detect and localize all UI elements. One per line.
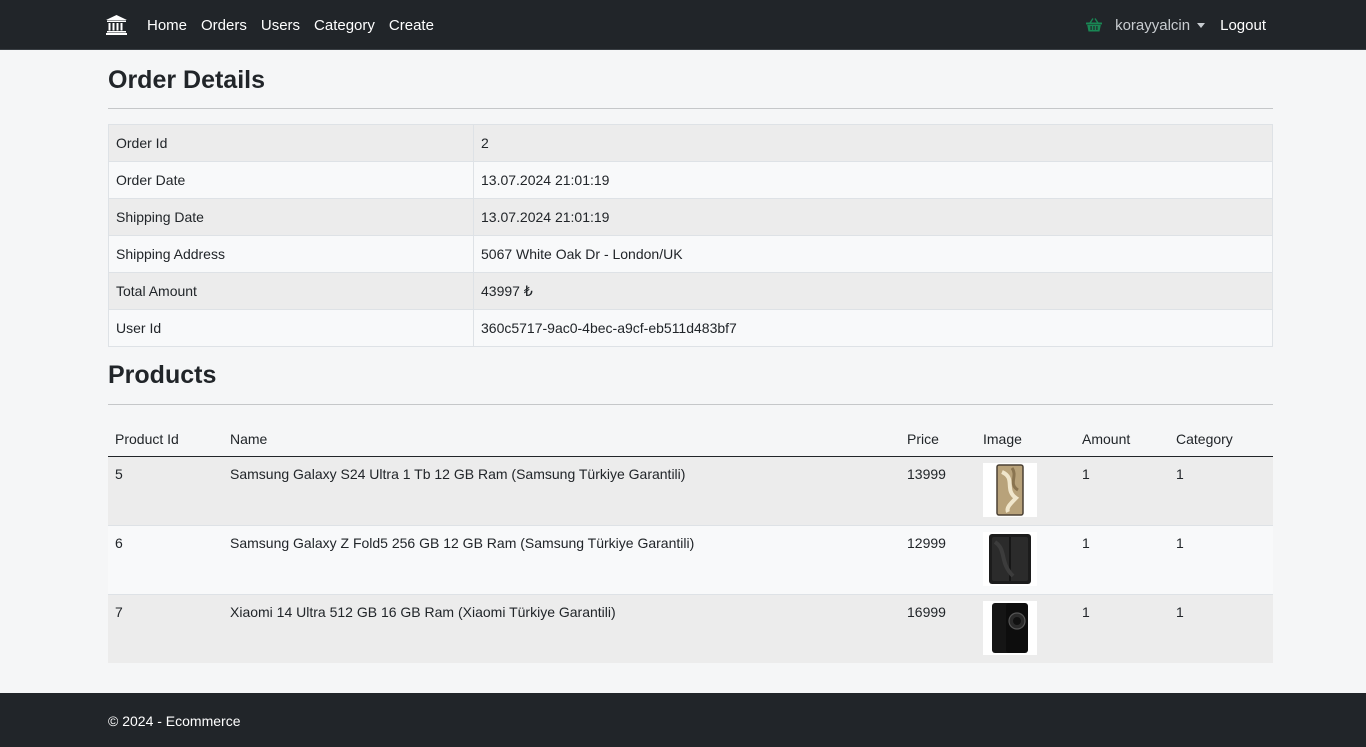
column-header-product-id: Product Id	[108, 422, 223, 457]
order-details-title: Order Details	[108, 66, 266, 94]
table-row: Shipping Address 5067 White Oak Dr - Lon…	[108, 235, 1273, 273]
divider	[108, 108, 1273, 109]
column-header-price: Price	[900, 422, 976, 457]
table-row: Order Date 13.07.2024 21:01:19	[108, 161, 1273, 199]
bank-icon[interactable]	[106, 15, 127, 35]
column-header-category: Category	[1169, 422, 1273, 457]
table-row: Shipping Date 13.07.2024 21:01:19	[108, 198, 1273, 236]
table-row: Total Amount 43997 ₺	[108, 272, 1273, 310]
divider	[108, 404, 1273, 405]
detail-label: Total Amount	[108, 272, 474, 310]
logout-link[interactable]: Logout	[1220, 17, 1266, 34]
table-header-row: Product Id Name Price Image Amount Categ…	[108, 422, 1273, 457]
product-name: Samsung Galaxy Z Fold5 256 GB 12 GB Ram …	[223, 524, 900, 594]
products-title: Products	[108, 361, 217, 389]
caret-down-icon	[1197, 23, 1206, 28]
nav-link-orders[interactable]: Orders	[201, 17, 247, 34]
product-name: Xiaomi 14 Ultra 512 GB 16 GB Ram (Xiaomi…	[223, 593, 900, 663]
product-id: 7	[108, 593, 223, 663]
table-row: 7 Xiaomi 14 Ultra 512 GB 16 GB Ram (Xiao…	[108, 593, 1273, 663]
footer-copyright: © 2024 - Ecommerce	[108, 713, 241, 729]
table-row: User Id 360c5717-9ac0-4bec-a9cf-eb511d48…	[108, 309, 1273, 347]
table-row: 6 Samsung Galaxy Z Fold5 256 GB 12 GB Ra…	[108, 524, 1273, 594]
detail-label: Order Id	[108, 124, 474, 162]
username-label: korayyalcin	[1115, 16, 1191, 34]
detail-value: 5067 White Oak Dr - London/UK	[473, 235, 1273, 273]
product-category: 1	[1169, 524, 1273, 594]
detail-label: User Id	[108, 309, 474, 347]
detail-value: 360c5717-9ac0-4bec-a9cf-eb511d483bf7	[473, 309, 1273, 347]
column-header-amount: Amount	[1075, 422, 1169, 457]
detail-value: 43997 ₺	[473, 272, 1273, 310]
product-id: 5	[108, 455, 223, 525]
product-image-cell	[976, 524, 1075, 594]
column-header-name: Name	[223, 422, 900, 457]
nav-link-home[interactable]: Home	[147, 17, 187, 34]
basket-icon[interactable]	[1086, 18, 1103, 32]
nav-link-category[interactable]: Category	[314, 17, 375, 34]
user-dropdown[interactable]: korayyalcin	[1115, 16, 1206, 34]
product-image-cell	[976, 593, 1075, 663]
product-price: 13999	[900, 455, 976, 525]
product-price: 12999	[900, 524, 976, 594]
product-image	[983, 531, 1037, 586]
column-header-image: Image	[976, 422, 1075, 457]
order-details-table: Order Id 2 Order Date 13.07.2024 21:01:1…	[108, 124, 1273, 347]
detail-value: 13.07.2024 21:01:19	[473, 161, 1273, 199]
product-price: 16999	[900, 593, 976, 663]
product-image	[983, 462, 1037, 517]
product-amount: 1	[1075, 455, 1169, 525]
table-row: 5 Samsung Galaxy S24 Ultra 1 Tb 12 GB Ra…	[108, 455, 1273, 525]
nav-link-users[interactable]: Users	[261, 17, 300, 34]
detail-value: 13.07.2024 21:01:19	[473, 198, 1273, 236]
product-id: 6	[108, 524, 223, 594]
product-name: Samsung Galaxy S24 Ultra 1 Tb 12 GB Ram …	[223, 455, 900, 525]
product-image	[983, 600, 1037, 655]
detail-value: 2	[473, 124, 1273, 162]
nav-links: Home Orders Users Category Create	[147, 0, 448, 50]
detail-label: Shipping Address	[108, 235, 474, 273]
product-image-cell	[976, 455, 1075, 525]
navbar: Home Orders Users Category Create korayy…	[0, 0, 1366, 50]
product-amount: 1	[1075, 524, 1169, 594]
products-table: Product Id Name Price Image Amount Categ…	[108, 422, 1273, 663]
nav-right: korayyalcin Logout	[1086, 0, 1266, 50]
product-amount: 1	[1075, 593, 1169, 663]
footer: © 2024 - Ecommerce	[0, 693, 1366, 747]
detail-label: Shipping Date	[108, 198, 474, 236]
product-category: 1	[1169, 455, 1273, 525]
product-category: 1	[1169, 593, 1273, 663]
table-row: Order Id 2	[108, 124, 1273, 162]
detail-label: Order Date	[108, 161, 474, 199]
nav-link-create[interactable]: Create	[389, 17, 434, 34]
